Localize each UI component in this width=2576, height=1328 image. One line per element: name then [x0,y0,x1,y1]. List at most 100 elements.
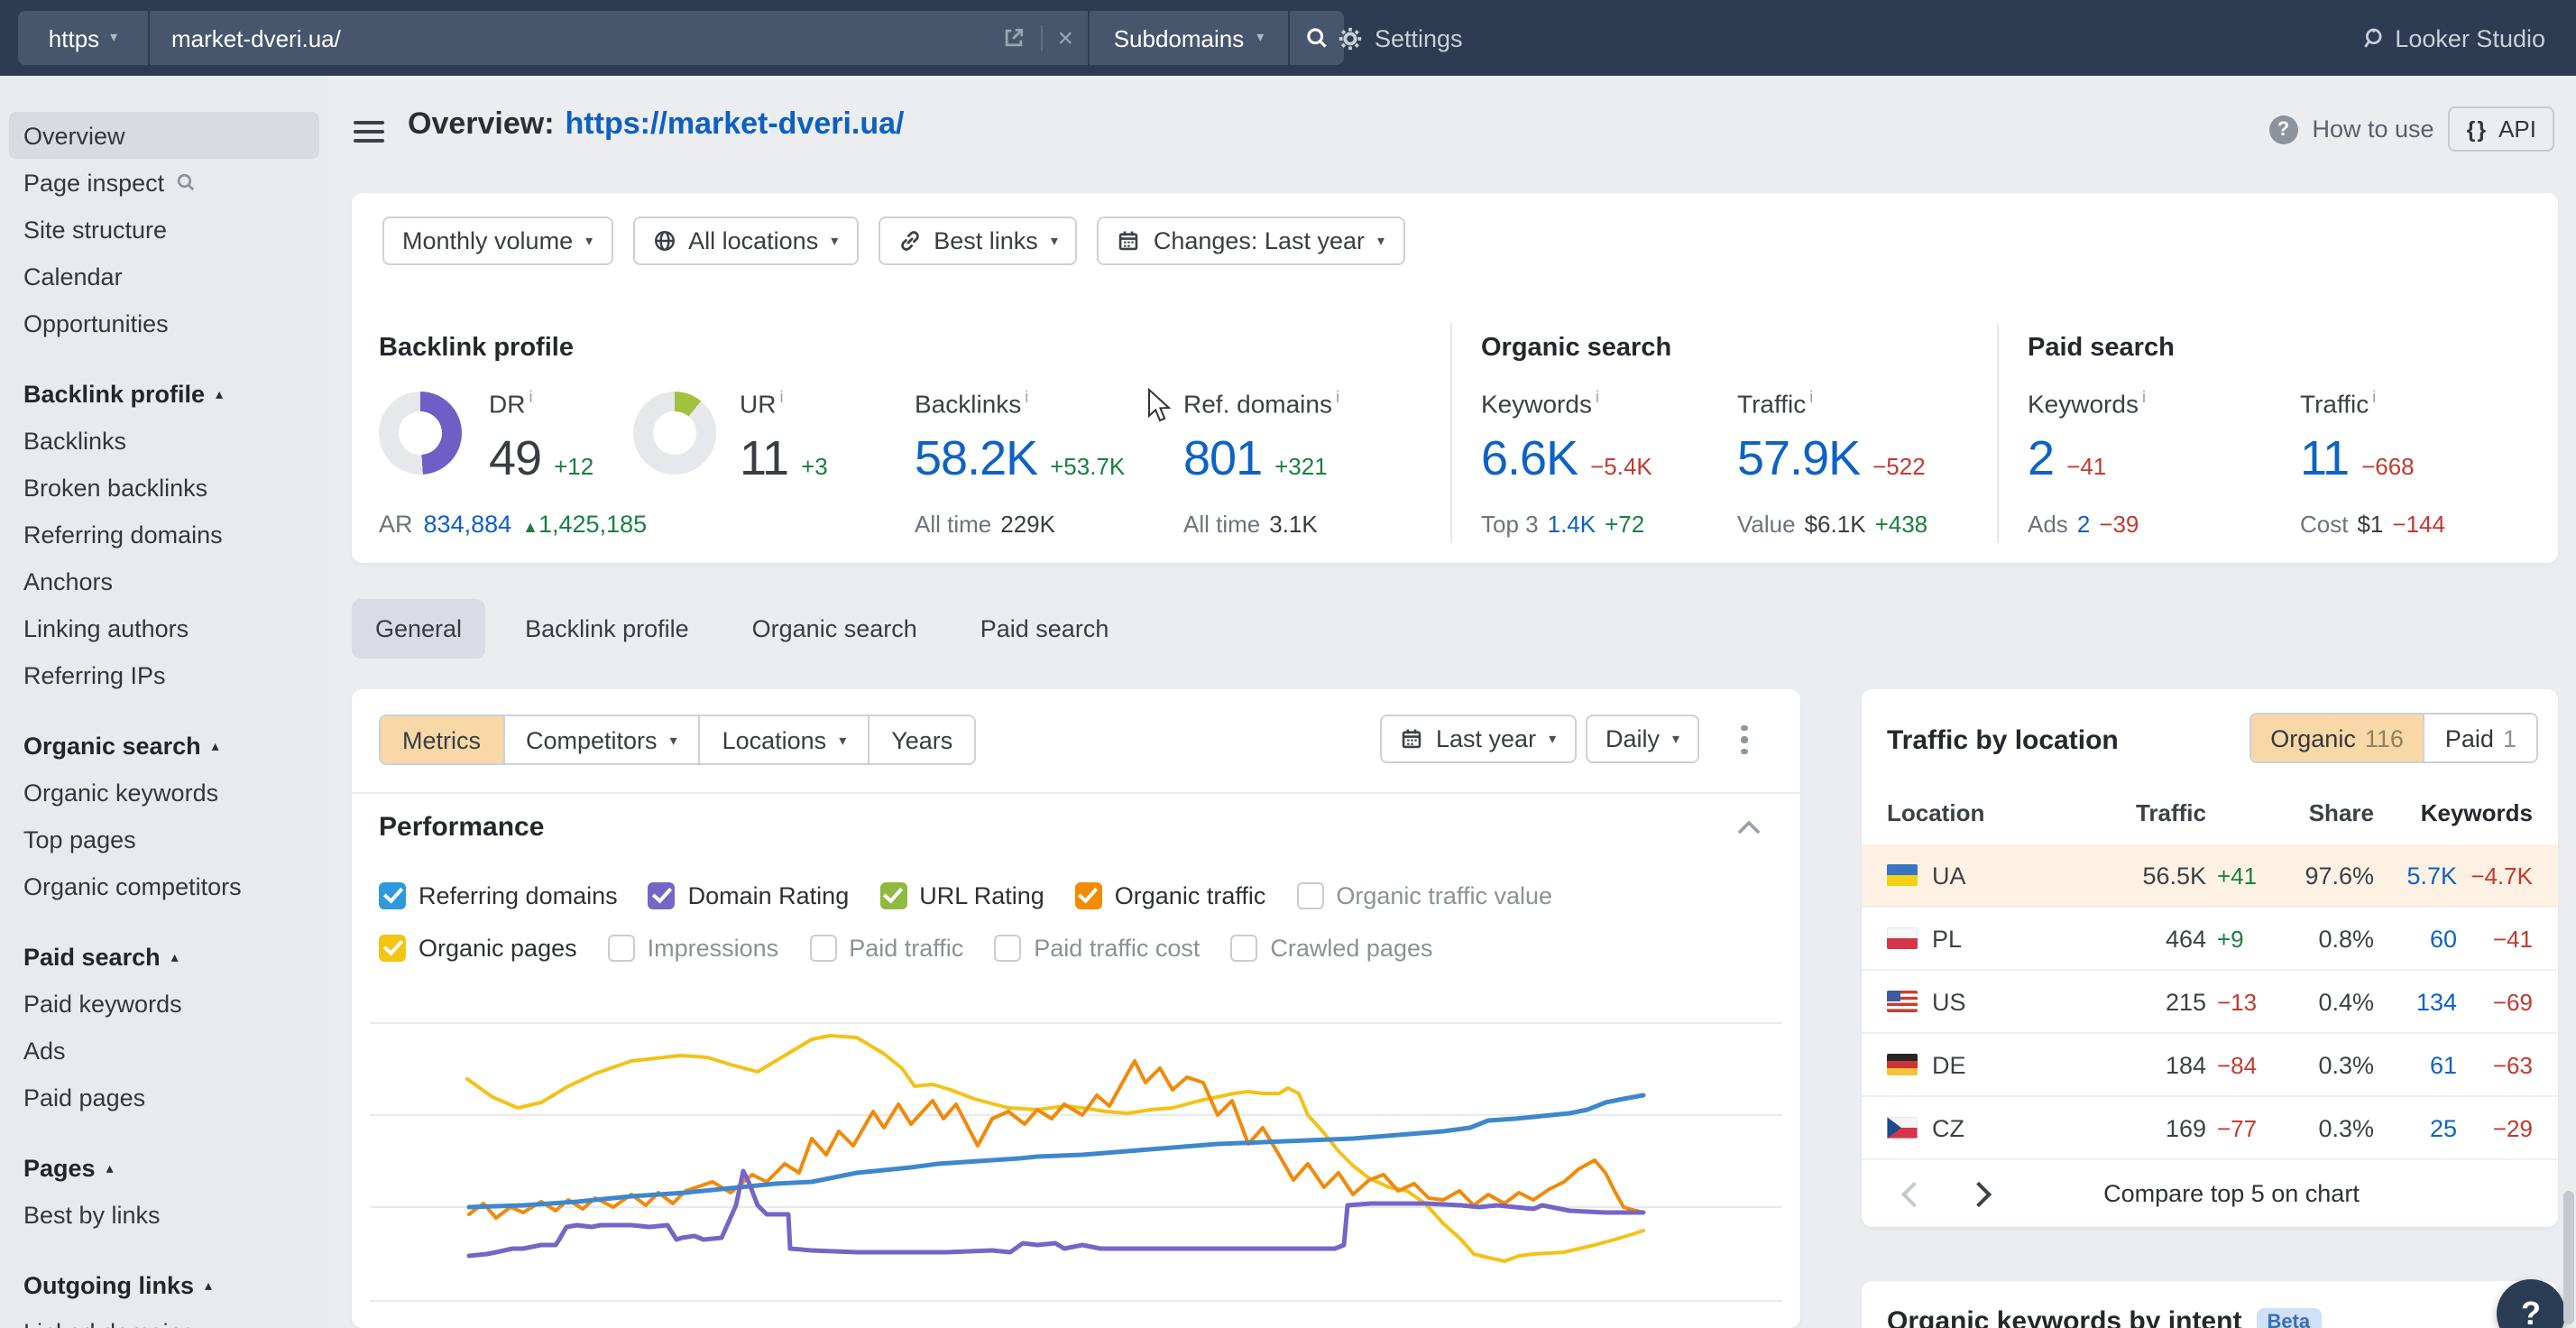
segment-competitors[interactable]: Competitors▾ [502,716,699,763]
checkbox-domain-rating[interactable]: Domain Rating [649,881,850,908]
sidebar-item-calendar[interactable]: Calendar [9,253,319,300]
sidebar-section-organic-search[interactable]: Organic search▴ [9,722,319,769]
kebab-menu-icon[interactable] [1726,718,1762,761]
granularity-button[interactable]: Daily ▾ [1586,715,1699,763]
tab-paid-search[interactable]: Paid search [957,598,1133,658]
sidebar-item-top-pages[interactable]: Top pages [9,816,319,862]
date-range-button[interactable]: Last year ▾ [1380,715,1576,763]
location-row-pl[interactable]: PL 464 +9 0.8% 60 −41 [1862,908,2558,971]
column-location[interactable]: Location [1887,798,2107,825]
menu-toggle-icon[interactable] [354,121,384,148]
keywords-link[interactable]: 61 [2374,1051,2457,1078]
sidebar-item-referring-ips[interactable]: Referring IPs [9,651,319,698]
location-row-de[interactable]: DE 184 −84 0.3% 61 −63 [1862,1034,2558,1097]
api-button[interactable]: {} API [2449,106,2554,152]
sidebar-item-best-by-links[interactable]: Best by links [9,1191,319,1238]
column-share[interactable]: Share [2275,798,2374,825]
checkbox-crawled-pages[interactable]: Crawled pages [1230,934,1432,961]
stat-value[interactable]: 49 [489,430,541,486]
info-icon[interactable]: i [1025,388,1028,406]
ar-value[interactable]: 834,884 [424,511,512,538]
location-row-ua[interactable]: UA 56.5K +41 97.6% 5.7K −4.7K [1862,844,2558,908]
prev-page-icon[interactable] [1901,1181,1927,1206]
keywords-link[interactable]: 134 [2374,988,2457,1015]
stat-value[interactable]: 801 [1183,430,1262,486]
column-traffic[interactable]: Traffic [2107,798,2206,825]
how-to-use-link[interactable]: How to use [2313,115,2434,143]
location-row-cz[interactable]: CZ 169 −77 0.3% 25 −29 [1862,1097,2558,1160]
sidebar-item-anchors[interactable]: Anchors [9,558,319,604]
checkbox-impressions[interactable]: Impressions [608,934,779,961]
filter-changes-last-year[interactable]: Changes: Last year▾ [1098,217,1404,265]
sidebar-item-organic-competitors[interactable]: Organic competitors [9,862,319,909]
sidebar-item-ads[interactable]: Ads [9,1027,319,1074]
sidebar-item-referring-domains[interactable]: Referring domains [9,511,319,558]
sidebar-item-overview[interactable]: Overview [9,112,319,159]
metric-checkboxes: Referring domains Domain Rating URL Rating… [379,877,1552,965]
info-icon[interactable]: i [1336,388,1339,406]
sidebar-section-pages[interactable]: Pages▴ [9,1144,319,1191]
filter-best-links[interactable]: Best links▾ [878,217,1078,265]
stat-value[interactable]: 57.9K [1737,430,1860,486]
segment-years[interactable]: Years [868,716,974,763]
sidebar-item-paid-keywords[interactable]: Paid keywords [9,980,319,1027]
tab-organic-search[interactable]: Organic search [729,598,941,658]
sidebar-item-paid-pages[interactable]: Paid pages [9,1074,319,1120]
sidebar-item-organic-keywords[interactable]: Organic keywords [9,769,319,816]
checkbox-paid-traffic[interactable]: Paid traffic [809,934,963,961]
sidebar-section-backlink-profile[interactable]: Backlink profile▴ [9,370,319,417]
checkbox-paid-traffic-cost[interactable]: Paid traffic cost [994,934,1200,961]
sidebar-section-paid-search[interactable]: Paid search▴ [9,933,319,980]
checkbox-url-rating[interactable]: URL Rating [879,881,1044,908]
segment-locations[interactable]: Locations▾ [699,716,869,763]
sidebar-item-opportunities[interactable]: Opportunities [9,300,319,346]
column-keywords[interactable]: Keywords [2374,798,2533,825]
sidebar-item-site-structure[interactable]: Site structure [9,206,319,253]
sidebar-item-linking-authors[interactable]: Linking authors [9,604,319,651]
compare-top5-link[interactable]: Compare top 5 on chart [1988,1180,2475,1207]
url-input[interactable]: market-dveri.ua/ × [150,11,1088,65]
scrollbar-thumb[interactable] [2563,1191,2574,1324]
filter-all-locations[interactable]: All locations▾ [632,217,858,265]
info-icon[interactable]: i [1809,388,1813,406]
keywords-link[interactable]: 60 [2374,925,2457,952]
sidebar-item-linked-domains[interactable]: Linked domains [9,1308,319,1328]
sidebar-item-broken-backlinks[interactable]: Broken backlinks [9,464,319,511]
checkbox-referring-domains[interactable]: Referring domains [379,881,618,908]
toggle-organic[interactable]: Organic116 [2250,715,2424,761]
looker-studio-button[interactable]: Looker Studio [2359,0,2545,76]
protocol-dropdown[interactable]: https ▾ [18,11,148,65]
keywords-link[interactable]: 5.7K [2374,862,2457,889]
stat-value[interactable]: 58.2K [915,430,1037,486]
checkbox-organic-pages[interactable]: Organic pages [379,934,577,961]
stat-value[interactable]: 2 [2028,430,2054,486]
collapse-chevron-icon[interactable] [1737,819,1761,835]
info-icon[interactable]: i [2142,388,2146,406]
info-icon[interactable]: i [529,388,532,406]
info-icon[interactable]: i [2372,388,2376,406]
settings-button[interactable]: Settings [1337,0,1463,76]
scope-dropdown[interactable]: Subdomains ▾ [1090,11,1288,65]
stat-value[interactable]: 6.6K [1481,430,1578,486]
checkbox-organic-traffic[interactable]: Organic traffic [1075,881,1266,908]
target-url-link[interactable]: https://market-dveri.ua/ [566,106,905,143]
search-button[interactable] [1290,11,1344,65]
filter-monthly-volume[interactable]: Monthly volume▾ [382,217,612,265]
toggle-paid[interactable]: Paid1 [2424,715,2536,761]
sidebar-section-outgoing-links[interactable]: Outgoing links▴ [9,1261,319,1308]
performance-chart[interactable] [370,974,1782,1328]
tab-general[interactable]: General [352,598,485,658]
location-row-us[interactable]: US 215 −13 0.4% 134 −69 [1862,971,2558,1034]
checkbox-organic-traffic-value[interactable]: Organic traffic value [1296,881,1552,908]
stat-value[interactable]: 11 [740,430,788,486]
clear-url-icon[interactable]: × [1057,24,1073,51]
tab-backlink-profile[interactable]: Backlink profile [501,598,713,658]
stat-value[interactable]: 11 [2300,430,2349,486]
external-link-icon[interactable] [1001,25,1026,51]
segment-metrics[interactable]: Metrics [381,716,502,763]
keywords-link[interactable]: 25 [2374,1114,2457,1141]
info-icon[interactable]: i [779,388,783,406]
sidebar-item-page-inspect[interactable]: Page inspect [9,159,319,206]
sidebar-item-backlinks[interactable]: Backlinks [9,417,319,464]
info-icon[interactable]: i [1596,388,1599,406]
